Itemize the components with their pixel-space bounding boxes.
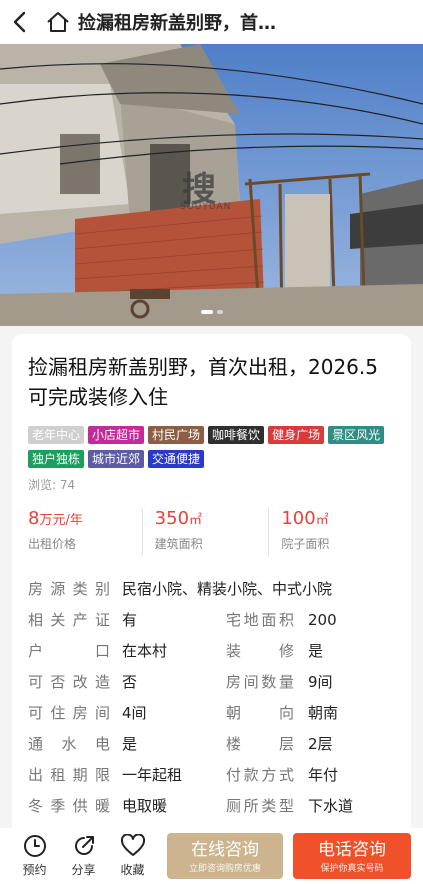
- detail-value: 朝南: [308, 704, 339, 722]
- home-button[interactable]: [38, 0, 78, 44]
- detail-value: 2层: [308, 735, 333, 753]
- home-icon: [47, 12, 69, 32]
- detail-row: 可否改造 否 房间数量 9间: [28, 666, 395, 697]
- price-stat: 8万元/年 出租价格: [28, 507, 142, 557]
- favorite-label: 收藏: [120, 863, 145, 877]
- detail-row: 通水电 是 楼层 2层: [28, 728, 395, 759]
- detail-key: 房间数量: [226, 673, 294, 691]
- tag: 景区风光: [328, 426, 385, 444]
- yard-area-stat: 100㎡ 院子面积: [268, 507, 395, 557]
- bottom-action-bar: 预约 分享 收藏 在线咨询 立即咨询购房优惠 电话咨询 保护你真实号码: [0, 828, 423, 884]
- watermark-text: SOUYUAN: [180, 202, 232, 212]
- tag: 老年中心: [28, 426, 85, 444]
- phone-consult-label: 电话咨询: [318, 839, 386, 860]
- favorite-button[interactable]: 收藏: [108, 834, 157, 878]
- tag: 独户独栋: [28, 450, 85, 468]
- yard-area-unit: ㎡: [315, 513, 329, 528]
- clock-icon: [23, 835, 46, 857]
- back-button[interactable]: [0, 0, 38, 44]
- yard-area-value: 100: [281, 508, 316, 529]
- building-area-stat: 350㎡ 建筑面积: [141, 507, 269, 557]
- tag: 健身广场: [268, 426, 325, 444]
- back-arrow-icon: [13, 11, 26, 33]
- appoint-button[interactable]: 预约: [10, 834, 59, 878]
- online-consult-button[interactable]: 在线咨询 立即咨询购房优惠: [167, 833, 283, 879]
- detail-key: 通水电: [28, 735, 110, 753]
- detail-row: 冬季供暖 电取暖 厕所类型 下水道: [28, 790, 395, 821]
- detail-value: 下水道: [308, 797, 354, 815]
- building-area-unit: ㎡: [189, 513, 203, 528]
- tag: 咖啡餐饮: [208, 426, 265, 444]
- detail-value: 是: [308, 642, 324, 660]
- detail-key: 可住房间: [28, 704, 110, 722]
- detail-value: 电取暖: [122, 797, 168, 815]
- tag: 小店超市: [88, 426, 145, 444]
- online-consult-label: 在线咨询: [191, 839, 259, 860]
- detail-row: 房源类别 民宿小院、精装小院、中式小院: [28, 573, 395, 604]
- yard-area-label: 院子面积: [281, 537, 330, 551]
- detail-value: 是: [122, 735, 138, 753]
- detail-value: 否: [122, 673, 138, 691]
- carousel-indicator: [0, 310, 423, 314]
- key-stats: 8万元/年 出租价格 350㎡ 建筑面积 100㎡ 院子面积: [28, 507, 395, 557]
- detail-key: 房源类别: [28, 580, 110, 598]
- detail-row: 相关产证 有 宅地面积 200: [28, 604, 395, 635]
- share-button[interactable]: 分享: [59, 834, 108, 878]
- detail-key: 相关产证: [28, 611, 110, 629]
- appoint-label: 预约: [22, 863, 47, 877]
- detail-row: 可住房间 4间 朝向 朝南: [28, 697, 395, 728]
- detail-key: 付款方式: [226, 766, 294, 784]
- tag: 城市近郊: [88, 450, 145, 468]
- phone-consult-sub: 保护你真实号码: [320, 863, 384, 874]
- price-label: 出租价格: [28, 537, 77, 551]
- listing-card: 捡漏租房新盖别野，首次出租，2026.5可完成装修入住 老年中心 小店超市 村民…: [12, 334, 411, 854]
- page-title: 捡漏租房新盖别野，首…: [78, 13, 276, 34]
- detail-table: 房源类别 民宿小院、精装小院、中式小院 相关产证 有 宅地面积 200 户口 在…: [28, 573, 395, 821]
- price-value: 8: [28, 508, 40, 529]
- detail-value: 9间: [308, 673, 333, 691]
- feature-tags: 老年中心 小店超市 村民广场 咖啡餐饮 健身广场 景区风光 独户独栋 城市近郊 …: [28, 426, 395, 468]
- carousel-dot[interactable]: [216, 310, 223, 314]
- detail-value: 有: [122, 611, 138, 629]
- detail-value: 在本村: [122, 642, 168, 660]
- listing-photo[interactable]: 搜 SOUYUAN: [0, 44, 423, 326]
- tag: 村民广场: [148, 426, 205, 444]
- detail-key: 户口: [28, 642, 110, 660]
- tag: 交通便捷: [148, 450, 205, 468]
- share-label: 分享: [71, 863, 96, 877]
- detail-key: 厕所类型: [226, 797, 294, 815]
- building-area-value: 350: [154, 508, 190, 529]
- detail-key: 可否改造: [28, 673, 110, 691]
- detail-value: 200: [308, 610, 337, 629]
- detail-value: 一年起租: [122, 766, 183, 784]
- price-unit: 万元/年: [39, 513, 83, 528]
- detail-key: 楼层: [226, 735, 294, 753]
- phone-consult-button[interactable]: 电话咨询 保护你真实号码: [293, 833, 411, 879]
- detail-key: 冬季供暖: [28, 797, 110, 815]
- detail-row: 出租期限 一年起租 付款方式 年付: [28, 759, 395, 790]
- online-consult-sub: 立即咨询购房优惠: [188, 863, 261, 874]
- detail-key: 宅地面积: [226, 611, 294, 629]
- detail-key: 朝向: [226, 704, 294, 722]
- carousel-dot-active[interactable]: [200, 310, 213, 314]
- heart-icon: [120, 834, 145, 856]
- top-bar: 捡漏租房新盖别野，首…: [0, 0, 423, 44]
- building-area-label: 建筑面积: [154, 537, 203, 551]
- detail-row: 户口 在本村 装修 是: [28, 635, 395, 666]
- detail-value: 4间: [122, 704, 147, 722]
- view-count: 浏览: 74: [28, 478, 76, 492]
- share-icon: [74, 836, 94, 855]
- detail-key: 出租期限: [28, 766, 110, 784]
- detail-key: 装修: [226, 642, 294, 660]
- listing-title: 捡漏租房新盖别野，首次出租，2026.5可完成装修入住: [28, 355, 378, 409]
- detail-value: 年付: [308, 766, 339, 784]
- detail-value: 民宿小院、精装小院、中式小院: [122, 580, 333, 598]
